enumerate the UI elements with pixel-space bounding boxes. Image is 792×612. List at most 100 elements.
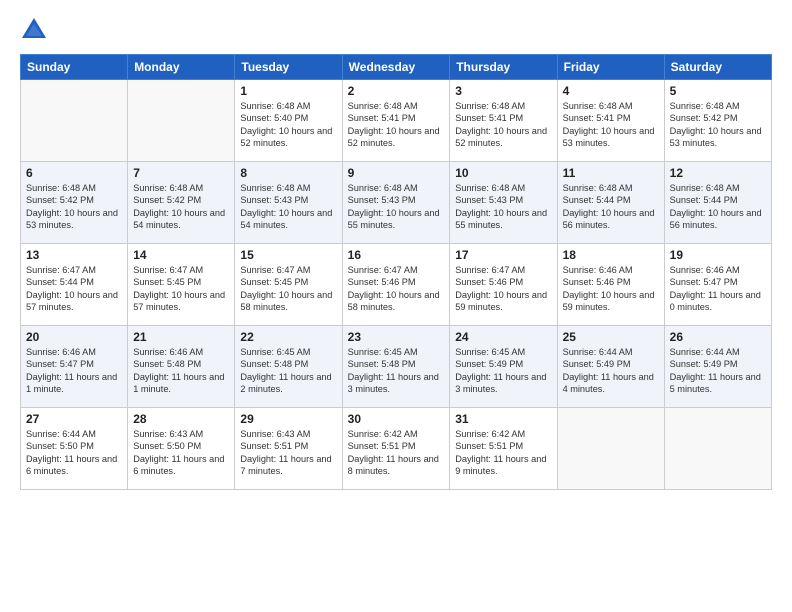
day-number: 4 — [563, 84, 659, 98]
day-info: Sunrise: 6:46 AM Sunset: 5:47 PM Dayligh… — [670, 264, 766, 314]
calendar-cell: 17 Sunrise: 6:47 AM Sunset: 5:46 PM Dayli… — [450, 244, 557, 326]
day-number: 3 — [455, 84, 551, 98]
day-info: Sunrise: 6:48 AM Sunset: 5:43 PM Dayligh… — [240, 182, 336, 232]
calendar-day-header: Sunday — [21, 55, 128, 80]
day-info: Sunrise: 6:46 AM Sunset: 5:48 PM Dayligh… — [133, 346, 229, 396]
day-info: Sunrise: 6:48 AM Sunset: 5:44 PM Dayligh… — [563, 182, 659, 232]
day-info: Sunrise: 6:47 AM Sunset: 5:44 PM Dayligh… — [26, 264, 122, 314]
day-info: Sunrise: 6:47 AM Sunset: 5:46 PM Dayligh… — [348, 264, 445, 314]
day-number: 14 — [133, 248, 229, 262]
day-info: Sunrise: 6:48 AM Sunset: 5:42 PM Dayligh… — [26, 182, 122, 232]
calendar-day-header: Tuesday — [235, 55, 342, 80]
calendar-cell: 30 Sunrise: 6:42 AM Sunset: 5:51 PM Dayli… — [342, 408, 450, 490]
day-info: Sunrise: 6:46 AM Sunset: 5:46 PM Dayligh… — [563, 264, 659, 314]
calendar-cell — [21, 80, 128, 162]
calendar-cell: 4 Sunrise: 6:48 AM Sunset: 5:41 PM Daylig… — [557, 80, 664, 162]
day-number: 30 — [348, 412, 445, 426]
calendar-cell: 21 Sunrise: 6:46 AM Sunset: 5:48 PM Dayli… — [128, 326, 235, 408]
day-number: 10 — [455, 166, 551, 180]
day-info: Sunrise: 6:48 AM Sunset: 5:43 PM Dayligh… — [348, 182, 445, 232]
calendar-cell: 8Sunrise: 6:48 AM Sunset: 5:43 PM Daylig… — [235, 162, 342, 244]
calendar-cell: 27 Sunrise: 6:44 AM Sunset: 5:50 PM Dayli… — [21, 408, 128, 490]
calendar-cell: 20Sunrise: 6:46 AM Sunset: 5:47 PM Dayli… — [21, 326, 128, 408]
calendar-cell: 5 Sunrise: 6:48 AM Sunset: 5:42 PM Daylig… — [664, 80, 771, 162]
calendar-cell: 29 Sunrise: 6:43 AM Sunset: 5:51 PM Dayli… — [235, 408, 342, 490]
calendar-cell: 16 Sunrise: 6:47 AM Sunset: 5:46 PM Dayli… — [342, 244, 450, 326]
day-number: 2 — [348, 84, 445, 98]
day-number: 7 — [133, 166, 229, 180]
calendar-day-header: Friday — [557, 55, 664, 80]
day-info: Sunrise: 6:48 AM Sunset: 5:41 PM Dayligh… — [563, 100, 659, 150]
day-info: Sunrise: 6:45 AM Sunset: 5:49 PM Dayligh… — [455, 346, 551, 396]
day-info: Sunrise: 6:48 AM Sunset: 5:44 PM Dayligh… — [670, 182, 766, 232]
calendar-cell — [664, 408, 771, 490]
day-number: 16 — [348, 248, 445, 262]
calendar-cell: 1 Sunrise: 6:48 AM Sunset: 5:40 PM Daylig… — [235, 80, 342, 162]
page-header — [20, 16, 772, 44]
day-number: 11 — [563, 166, 659, 180]
calendar-week-row: 20Sunrise: 6:46 AM Sunset: 5:47 PM Dayli… — [21, 326, 772, 408]
day-info: Sunrise: 6:47 AM Sunset: 5:46 PM Dayligh… — [455, 264, 551, 314]
day-number: 27 — [26, 412, 122, 426]
day-number: 28 — [133, 412, 229, 426]
day-number: 15 — [240, 248, 336, 262]
calendar-cell — [557, 408, 664, 490]
day-info: Sunrise: 6:48 AM Sunset: 5:42 PM Dayligh… — [670, 100, 766, 150]
day-number: 25 — [563, 330, 659, 344]
calendar-week-row: 6 Sunrise: 6:48 AM Sunset: 5:42 PM Daylig… — [21, 162, 772, 244]
day-number: 1 — [240, 84, 336, 98]
calendar-cell: 10Sunrise: 6:48 AM Sunset: 5:43 PM Dayli… — [450, 162, 557, 244]
calendar-week-row: 27 Sunrise: 6:44 AM Sunset: 5:50 PM Dayli… — [21, 408, 772, 490]
calendar-cell: 12 Sunrise: 6:48 AM Sunset: 5:44 PM Dayli… — [664, 162, 771, 244]
calendar-cell: 6 Sunrise: 6:48 AM Sunset: 5:42 PM Daylig… — [21, 162, 128, 244]
day-info: Sunrise: 6:46 AM Sunset: 5:47 PM Dayligh… — [26, 346, 122, 396]
day-info: Sunrise: 6:44 AM Sunset: 5:50 PM Dayligh… — [26, 428, 122, 478]
day-info: Sunrise: 6:48 AM Sunset: 5:41 PM Dayligh… — [348, 100, 445, 150]
calendar-cell: 26 Sunrise: 6:44 AM Sunset: 5:49 PM Dayli… — [664, 326, 771, 408]
logo-icon — [20, 16, 48, 44]
calendar-cell: 22Sunrise: 6:45 AM Sunset: 5:48 PM Dayli… — [235, 326, 342, 408]
day-info: Sunrise: 6:45 AM Sunset: 5:48 PM Dayligh… — [348, 346, 445, 396]
calendar-cell: 28 Sunrise: 6:43 AM Sunset: 5:50 PM Dayli… — [128, 408, 235, 490]
day-info: Sunrise: 6:42 AM Sunset: 5:51 PM Dayligh… — [348, 428, 445, 478]
day-info: Sunrise: 6:43 AM Sunset: 5:50 PM Dayligh… — [133, 428, 229, 478]
calendar-table: SundayMondayTuesdayWednesdayThursdayFrid… — [20, 54, 772, 490]
day-number: 29 — [240, 412, 336, 426]
calendar-cell: 9 Sunrise: 6:48 AM Sunset: 5:43 PM Daylig… — [342, 162, 450, 244]
day-info: Sunrise: 6:48 AM Sunset: 5:40 PM Dayligh… — [240, 100, 336, 150]
day-info: Sunrise: 6:44 AM Sunset: 5:49 PM Dayligh… — [563, 346, 659, 396]
calendar-cell — [128, 80, 235, 162]
day-number: 26 — [670, 330, 766, 344]
day-info: Sunrise: 6:48 AM Sunset: 5:42 PM Dayligh… — [133, 182, 229, 232]
calendar-cell: 15 Sunrise: 6:47 AM Sunset: 5:45 PM Dayli… — [235, 244, 342, 326]
day-number: 23 — [348, 330, 445, 344]
day-info: Sunrise: 6:47 AM Sunset: 5:45 PM Dayligh… — [240, 264, 336, 314]
day-number: 21 — [133, 330, 229, 344]
day-info: Sunrise: 6:42 AM Sunset: 5:51 PM Dayligh… — [455, 428, 551, 478]
day-number: 5 — [670, 84, 766, 98]
calendar-cell: 14 Sunrise: 6:47 AM Sunset: 5:45 PM Dayli… — [128, 244, 235, 326]
day-info: Sunrise: 6:44 AM Sunset: 5:49 PM Dayligh… — [670, 346, 766, 396]
day-number: 17 — [455, 248, 551, 262]
calendar-cell: 31 Sunrise: 6:42 AM Sunset: 5:51 PM Dayli… — [450, 408, 557, 490]
day-number: 12 — [670, 166, 766, 180]
calendar-cell: 23 Sunrise: 6:45 AM Sunset: 5:48 PM Dayli… — [342, 326, 450, 408]
calendar-cell: 7 Sunrise: 6:48 AM Sunset: 5:42 PM Daylig… — [128, 162, 235, 244]
day-info: Sunrise: 6:47 AM Sunset: 5:45 PM Dayligh… — [133, 264, 229, 314]
calendar-cell: 24 Sunrise: 6:45 AM Sunset: 5:49 PM Dayli… — [450, 326, 557, 408]
calendar-day-header: Thursday — [450, 55, 557, 80]
calendar-day-header: Wednesday — [342, 55, 450, 80]
calendar-day-header: Saturday — [664, 55, 771, 80]
calendar-cell: 11 Sunrise: 6:48 AM Sunset: 5:44 PM Dayli… — [557, 162, 664, 244]
day-info: Sunrise: 6:48 AM Sunset: 5:41 PM Dayligh… — [455, 100, 551, 150]
day-number: 31 — [455, 412, 551, 426]
day-number: 22 — [240, 330, 336, 344]
calendar-week-row: 13 Sunrise: 6:47 AM Sunset: 5:44 PM Dayli… — [21, 244, 772, 326]
day-number: 6 — [26, 166, 122, 180]
day-number: 13 — [26, 248, 122, 262]
day-number: 24 — [455, 330, 551, 344]
day-number: 9 — [348, 166, 445, 180]
calendar-day-header: Monday — [128, 55, 235, 80]
calendar-cell: 13 Sunrise: 6:47 AM Sunset: 5:44 PM Dayli… — [21, 244, 128, 326]
day-info: Sunrise: 6:43 AM Sunset: 5:51 PM Dayligh… — [240, 428, 336, 478]
